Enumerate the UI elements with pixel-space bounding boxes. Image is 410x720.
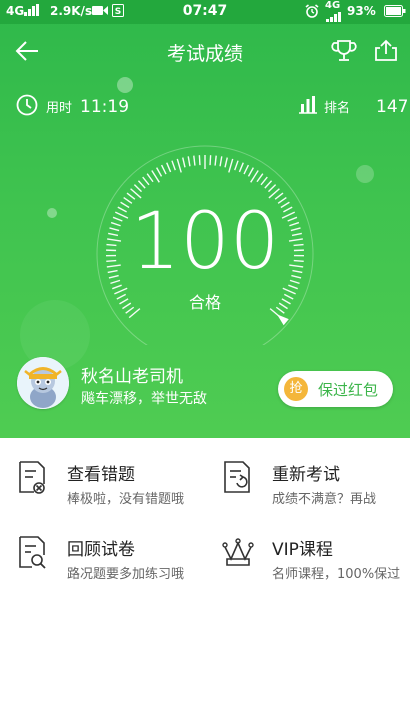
red-packet-button[interactable]: 抢 保过红包	[278, 371, 393, 407]
gauge-tick	[228, 158, 234, 173]
battery-percent: 93%	[347, 4, 376, 18]
gauge-tick	[238, 162, 244, 173]
gauge-tick	[193, 155, 196, 166]
gauge-tick	[219, 156, 223, 167]
view-wrong-questions-item[interactable]: 查看错题 棒极啦，没有错题哦	[0, 446, 205, 510]
wrong-questions-icon	[16, 460, 48, 498]
gauge-tick	[133, 184, 143, 193]
rank-label: 排名	[324, 101, 351, 116]
result-header-panel: 4G 2.9K/s S 07:47 4G 93% 考试成绩 用时 11:19 排…	[0, 0, 410, 438]
menu-subtitle: 路况题要多加练习哦	[67, 567, 185, 582]
review-paper-icon	[16, 535, 48, 573]
decorative-glow	[356, 165, 374, 183]
menu-subtitle: 棒极啦，没有错题哦	[67, 492, 185, 507]
gauge-tick	[256, 173, 264, 183]
user-motto: 飚车漂移，举世无敌	[81, 391, 207, 407]
crown-icon	[221, 535, 255, 573]
gauge-tick	[156, 167, 163, 177]
trophy-icon[interactable]	[331, 38, 357, 68]
clock-icon	[16, 94, 38, 120]
menu-title: 重新考试	[272, 465, 340, 485]
gauge-tick	[176, 158, 182, 173]
gauge-tick	[267, 184, 277, 193]
time-label: 用时	[46, 101, 73, 116]
decorative-glow	[47, 208, 57, 218]
review-paper-item[interactable]: 回顾试卷 路况题要多加练习哦	[0, 521, 205, 585]
avatar[interactable]	[17, 357, 69, 409]
menu-title: 回顾试卷	[67, 540, 135, 560]
gauge-tick	[214, 155, 217, 166]
gauge-tick	[137, 180, 146, 189]
app-bar: 考试成绩	[0, 24, 410, 80]
gauge-tick	[166, 162, 172, 173]
menu-subtitle: 名师课程，100%保过	[272, 567, 401, 582]
share-icon[interactable]	[374, 38, 398, 66]
gauge-tick	[224, 157, 228, 168]
user-name: 秋名山老司机	[81, 367, 183, 387]
gauge-tick	[187, 156, 191, 167]
pass-status: 合格	[188, 293, 221, 312]
gauge-tick	[198, 155, 201, 166]
gauge-tick	[209, 155, 212, 166]
menu-title: 查看错题	[67, 465, 135, 485]
time-value: 11:19	[80, 97, 130, 117]
grab-badge-icon: 抢	[284, 377, 308, 401]
status-bar: 4G 2.9K/s S 07:47 4G 93%	[0, 0, 410, 24]
gauge-tick	[160, 164, 167, 175]
network-label-2: 4G	[325, 0, 341, 11]
menu-subtitle: 成绩不满意？再战	[272, 492, 377, 507]
gauge-tick	[243, 164, 250, 175]
score-value: 100	[130, 197, 280, 287]
rank-value: 147	[376, 97, 409, 117]
retake-exam-item[interactable]: 重新考试 成绩不满意？再战	[205, 446, 410, 510]
menu-title: VIP课程	[272, 540, 333, 560]
red-packet-label: 保过红包	[318, 381, 379, 399]
gauge-tick	[182, 157, 186, 168]
retake-exam-icon	[221, 460, 253, 498]
bar-chart-icon	[298, 96, 318, 118]
gauge-tick	[260, 176, 268, 186]
gauge-tick	[142, 176, 150, 186]
gauge-tick	[234, 160, 239, 171]
alarm-icon	[305, 4, 319, 21]
vip-course-item[interactable]: VIP课程 名师课程，100%保过	[205, 521, 410, 585]
gauge-tick	[247, 167, 254, 177]
gauge-tick	[171, 160, 176, 171]
signal-icon	[326, 11, 342, 25]
gauge-tick	[146, 173, 154, 183]
battery-icon	[384, 5, 406, 20]
gauge-tick	[264, 180, 273, 189]
